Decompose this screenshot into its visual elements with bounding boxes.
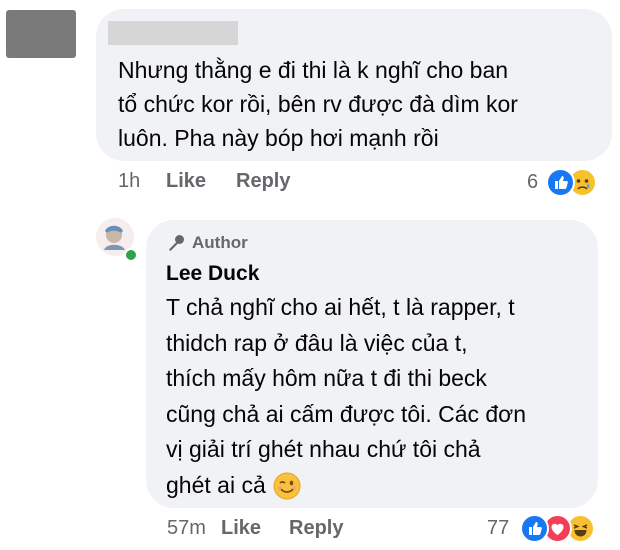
wink-emoji-icon: [272, 471, 302, 501]
author-badge-label: Author: [192, 233, 248, 252]
blurred-commenter-name: [108, 21, 238, 45]
online-status-dot: [124, 248, 138, 262]
author-badge: Author: [166, 233, 248, 253]
comment-bubble: Author Lee Duck T chả nghĩ cho ai hết, t…: [146, 220, 598, 508]
comment-text: Nhưng thằng e đi thi là k nghĩ cho ban t…: [118, 57, 518, 151]
reply-button[interactable]: Reply: [289, 517, 343, 540]
comment-time[interactable]: 57m: [167, 517, 221, 540]
reaction-count[interactable]: 6: [527, 171, 538, 194]
comment-time[interactable]: 1h: [118, 170, 166, 193]
comment-actions: 57m Like Reply: [167, 517, 343, 540]
comment-text-body: T chả nghĩ cho ai hết, t là rapper, t th…: [166, 294, 527, 498]
like-reaction-icon[interactable]: [546, 168, 575, 197]
commenter-name[interactable]: Lee Duck: [166, 262, 259, 286]
comment-actions: 1h Like Reply: [118, 170, 290, 193]
blurred-avatar: [6, 10, 76, 58]
comment-bubble: Nhưng thằng e đi thi là k nghĩ cho ban t…: [96, 9, 612, 161]
like-reaction-icon[interactable]: [520, 514, 549, 543]
reply-button[interactable]: Reply: [236, 170, 290, 193]
comment-text: T chả nghĩ cho ai hết, t là rapper, t th…: [166, 290, 586, 503]
like-button[interactable]: Like: [221, 517, 289, 540]
microphone-icon: [169, 235, 184, 251]
like-button[interactable]: Like: [166, 170, 236, 193]
reaction-count[interactable]: 77: [487, 517, 509, 540]
